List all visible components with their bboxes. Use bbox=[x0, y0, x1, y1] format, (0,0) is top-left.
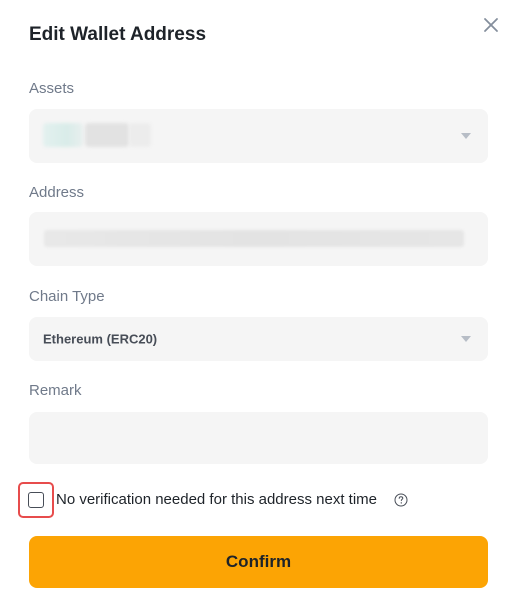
assets-select[interactable] bbox=[29, 109, 488, 163]
address-label: Address bbox=[29, 184, 85, 201]
confirm-button[interactable]: Confirm bbox=[29, 536, 488, 588]
remark-input[interactable] bbox=[29, 412, 488, 464]
caret-down-icon bbox=[461, 336, 471, 342]
remark-label: Remark bbox=[29, 382, 82, 399]
chain-type-select[interactable]: Ethereum (ERC20) bbox=[29, 317, 488, 361]
address-field[interactable] bbox=[29, 212, 488, 266]
asset-icon-redacted bbox=[43, 123, 83, 147]
asset-name-redacted-tail bbox=[129, 123, 151, 147]
assets-label: Assets bbox=[29, 80, 75, 97]
no-verification-checkbox[interactable] bbox=[28, 492, 44, 508]
chain-type-value: Ethereum (ERC20) bbox=[43, 331, 158, 347]
caret-down-icon bbox=[461, 133, 471, 139]
question-circle-icon[interactable] bbox=[394, 493, 408, 507]
asset-name-redacted bbox=[85, 123, 129, 147]
chain-type-label: Chain Type bbox=[29, 288, 105, 305]
address-redacted bbox=[44, 230, 464, 247]
no-verification-checkbox-highlight[interactable] bbox=[18, 482, 54, 518]
modal-title: Edit Wallet Address bbox=[29, 24, 207, 45]
edit-wallet-address-modal: Edit Wallet Address Assets Address Chain… bbox=[0, 0, 516, 612]
close-icon[interactable] bbox=[481, 15, 501, 35]
remark-field[interactable] bbox=[29, 412, 488, 464]
no-verification-label: No verification needed for this address … bbox=[56, 491, 377, 508]
